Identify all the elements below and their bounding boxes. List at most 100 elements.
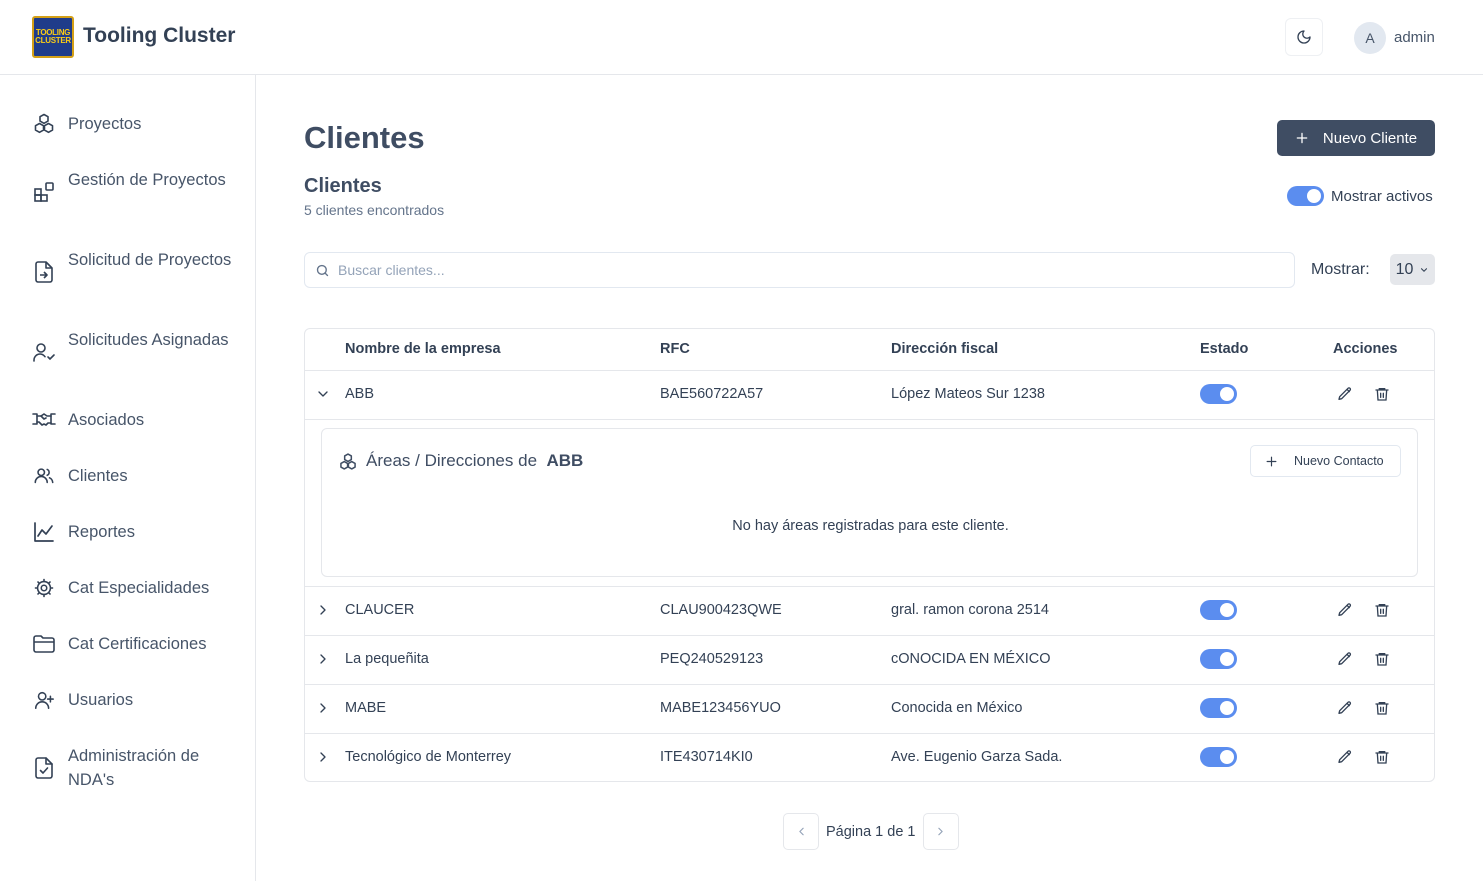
trash-icon[interactable] <box>1374 700 1390 716</box>
sidebar-item-clientes[interactable]: Clientes <box>32 464 128 488</box>
client-address: López Mateos Sur 1238 <box>891 386 1045 402</box>
page-size-select[interactable]: 10 <box>1390 254 1435 285</box>
client-rfc: CLAU900423QWE <box>660 602 782 618</box>
new-contact-button[interactable]: Nuevo Contacto <box>1250 445 1401 477</box>
status-toggle[interactable] <box>1200 747 1237 767</box>
sidebar-item-label: Clientes <box>68 467 128 485</box>
chevron-right-icon[interactable] <box>315 602 331 618</box>
sidebar-item-label: Proyectos <box>68 115 142 133</box>
edit-icon[interactable] <box>1337 700 1353 716</box>
sidebar-item-solicitud-proyectos[interactable]: Solicitud de Proyectos <box>32 251 231 284</box>
page-title: Clientes <box>304 120 425 155</box>
status-toggle[interactable] <box>1200 600 1237 620</box>
chevron-left-icon <box>795 825 808 838</box>
sidebar-item-label: Reportes <box>68 523 135 541</box>
search-input[interactable] <box>338 262 1238 278</box>
status-toggle[interactable] <box>1200 698 1237 718</box>
sidebar-item-proyectos[interactable]: Proyectos <box>32 112 141 136</box>
client-rfc: BAE560722A57 <box>660 386 764 402</box>
trash-icon[interactable] <box>1374 749 1390 765</box>
areas-title: Áreas / Direcciones de ABB <box>366 451 583 471</box>
new-client-button[interactable]: Nuevo Cliente <box>1277 120 1435 156</box>
sidebar-item-nda[interactable]: Administración de NDA's <box>32 747 199 789</box>
column-header: Nombre de la empresa <box>345 341 501 357</box>
sidebar-item-reportes[interactable]: Reportes <box>32 520 135 544</box>
table-row: CLAUCER CLAU900423QWE gral. ramon corona… <box>305 586 1434 635</box>
clients-count: 5 clientes encontrados <box>304 202 445 218</box>
sidebar-item-solicitudes-asignadas[interactable]: Solicitudes Asignadas <box>32 331 229 364</box>
new-client-label: Nuevo Cliente <box>1322 129 1418 147</box>
areas-title-prefix: Áreas / Direcciones de <box>366 451 538 470</box>
chevron-right-icon[interactable] <box>315 749 331 765</box>
sidebar: Proyectos Gestión de Proyectos Solicitud… <box>0 75 256 881</box>
boxes-icon <box>32 112 56 136</box>
next-page-button[interactable] <box>922 813 959 850</box>
chevron-right-icon[interactable] <box>315 651 331 667</box>
status-toggle[interactable] <box>1200 384 1237 404</box>
search-icon <box>315 263 330 278</box>
sidebar-item-cat-certificaciones[interactable]: Cat Certificaciones <box>32 632 206 656</box>
chevron-right-icon[interactable] <box>315 700 331 716</box>
chart-line-icon <box>32 520 56 544</box>
user-check-icon <box>32 340 56 364</box>
status-toggle[interactable] <box>1200 649 1237 669</box>
edit-icon[interactable] <box>1337 651 1353 667</box>
cog-icon <box>32 576 56 600</box>
client-address: Conocida en México <box>891 700 1023 716</box>
sidebar-item-label: Cat Certificaciones <box>68 635 207 653</box>
clients-table: Nombre de la empresa RFC Dirección fisca… <box>304 328 1435 782</box>
chevron-down-icon[interactable] <box>315 386 331 402</box>
column-header: RFC <box>660 341 690 357</box>
column-header: Acciones <box>1333 341 1398 357</box>
avatar[interactable]: A <box>1354 22 1386 54</box>
handshake-icon <box>32 408 56 432</box>
top-header: TOOLING CLUSTER Tooling Cluster A admin <box>0 0 1483 75</box>
page-indicator: Página 1 de 1 <box>826 823 916 840</box>
app-title: Tooling Cluster <box>83 24 236 47</box>
plus-icon <box>1295 131 1309 145</box>
client-name: ABB <box>345 386 375 402</box>
file-check-icon <box>32 756 56 780</box>
areas-panel: Áreas / Direcciones de ABB Nuevo Contact… <box>321 428 1418 577</box>
show-active-label: Mostrar activos <box>1331 188 1433 205</box>
sidebar-item-label: Solicitudes Asignadas <box>68 331 229 349</box>
areas-client-name: ABB <box>546 451 584 470</box>
theme-toggle-button[interactable] <box>1285 18 1323 56</box>
trash-icon[interactable] <box>1374 386 1390 402</box>
table-row: Tecnológico de Monterrey ITE430714KI0 Av… <box>305 733 1434 782</box>
edit-icon[interactable] <box>1337 749 1353 765</box>
sidebar-item-usuarios[interactable]: Usuarios <box>32 688 133 712</box>
empty-areas-message: No hay áreas registradas para este clien… <box>732 518 1009 534</box>
trash-icon[interactable] <box>1374 651 1390 667</box>
moon-icon <box>1296 29 1312 45</box>
sidebar-item-label: Administración de NDA's <box>68 747 200 789</box>
edit-icon[interactable] <box>1337 386 1353 402</box>
table-row: MABE MABE123456YUO Conocida en México <box>305 684 1434 733</box>
edit-icon[interactable] <box>1337 602 1353 618</box>
chevron-down-icon <box>1419 265 1429 275</box>
user-name[interactable]: admin <box>1394 29 1435 46</box>
sidebar-item-asociados[interactable]: Asociados <box>32 408 144 432</box>
sidebar-item-cat-especialidades[interactable]: Cat Especialidades <box>32 576 209 600</box>
client-address: gral. ramon corona 2514 <box>891 602 1049 618</box>
show-active-toggle[interactable] <box>1287 186 1324 206</box>
app-logo[interactable]: TOOLING CLUSTER <box>32 16 74 58</box>
client-rfc: ITE430714KI0 <box>660 749 753 765</box>
column-header: Estado <box>1200 341 1249 357</box>
blocks-icon <box>32 180 56 204</box>
trash-icon[interactable] <box>1374 602 1390 618</box>
divider <box>305 419 1434 420</box>
client-address: Ave. Eugenio Garza Sada. <box>891 749 1063 765</box>
column-header: Dirección fiscal <box>891 341 999 357</box>
table-row: La pequeñita PEQ240529123 cONOCIDA EN MÉ… <box>305 635 1434 684</box>
section-title: Clientes <box>304 175 382 197</box>
sidebar-item-label: Gestión de Proyectos <box>68 171 226 189</box>
sidebar-item-label: Asociados <box>68 411 145 429</box>
file-input-icon <box>32 260 56 284</box>
prev-page-button[interactable] <box>783 813 819 850</box>
sidebar-item-gestion-proyectos[interactable]: Gestión de Proyectos <box>32 171 226 204</box>
users-icon <box>32 464 56 488</box>
plus-icon <box>1265 455 1278 468</box>
page-size-label: Mostrar: <box>1311 261 1370 278</box>
client-rfc: PEQ240529123 <box>660 651 764 667</box>
